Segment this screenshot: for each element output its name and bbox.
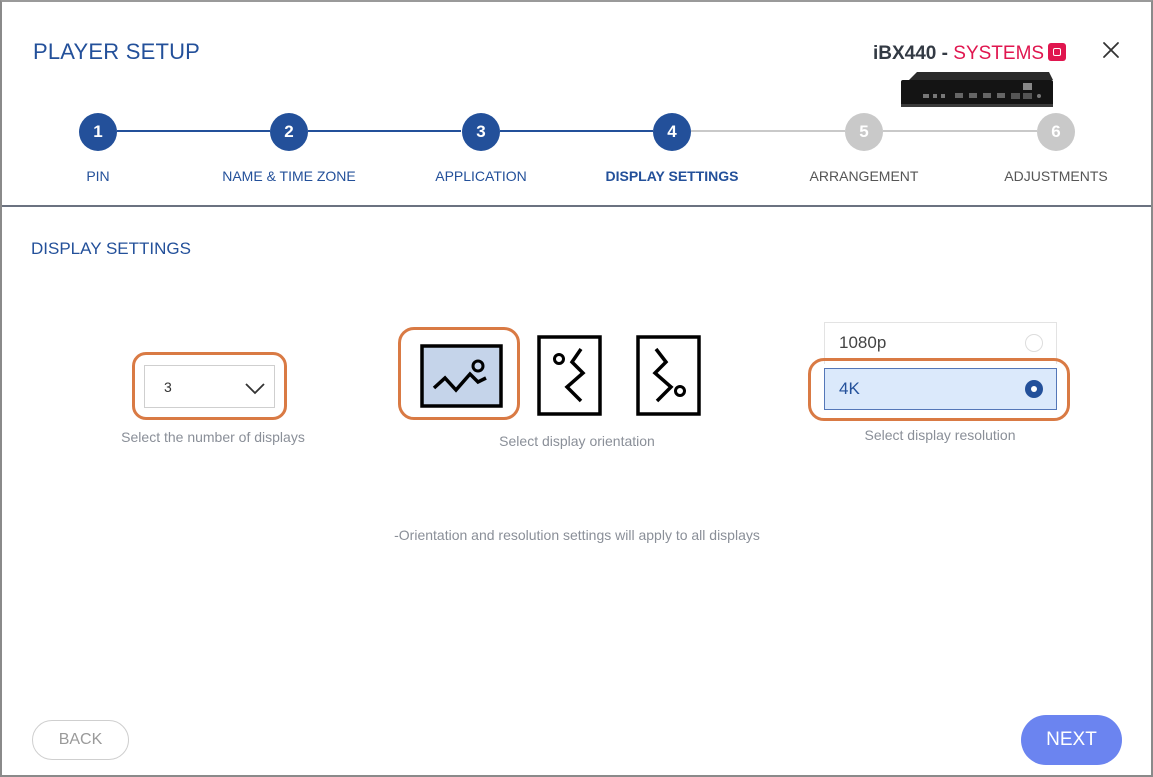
step-3-label: APPLICATION — [435, 168, 527, 184]
displays-select-value: 3 — [164, 379, 172, 395]
player-device-image — [901, 72, 1053, 107]
dialog-header: PLAYER SETUP iBX440 - SYSTEMS — [2, 2, 1151, 207]
step-connector — [308, 130, 461, 132]
step-3-circle[interactable]: 3 — [462, 113, 500, 151]
step-5-circle: 5 — [845, 113, 883, 151]
brand-logo: iBX440 - SYSTEMS — [873, 43, 1067, 65]
step-2-circle[interactable]: 2 — [270, 113, 308, 151]
close-icon[interactable] — [1099, 38, 1123, 62]
displays-select[interactable]: 3 — [144, 365, 275, 408]
step-4-circle[interactable]: 4 — [653, 113, 691, 151]
brand-mark-icon — [1048, 43, 1067, 61]
step-5-label: ARRANGEMENT — [809, 168, 919, 184]
brand-separator: - — [936, 43, 954, 64]
step-connector — [883, 130, 1037, 132]
resolution-option-label: 1080p — [839, 333, 887, 352]
portrait-right-orientation-icon[interactable] — [636, 335, 701, 416]
resolution-caption: Select display resolution — [864, 427, 1016, 443]
step-2-label: NAME & TIME ZONE — [222, 168, 356, 184]
step-connector — [500, 130, 653, 132]
next-button[interactable]: NEXT — [1021, 715, 1122, 765]
settings-note: -Orientation and resolution settings wil… — [394, 527, 760, 543]
radio-unselected[interactable] — [1025, 334, 1043, 352]
brand-name: SYSTEMS — [953, 43, 1045, 64]
step-4-label: DISPLAY SETTINGS — [605, 168, 739, 184]
page-title: PLAYER SETUP — [33, 39, 201, 64]
resolution-highlight — [808, 358, 1070, 421]
step-6-label: ADJUSTMENTS — [1004, 168, 1108, 184]
portrait-left-orientation-icon[interactable] — [537, 335, 602, 416]
displays-caption: Select the number of displays — [121, 429, 305, 445]
landscape-orientation-icon[interactable] — [420, 344, 503, 408]
brand-model: iBX440 — [873, 43, 937, 64]
step-connector — [691, 130, 845, 132]
chevron-down-icon — [245, 383, 265, 395]
step-6-circle: 6 — [1037, 113, 1075, 151]
step-1-label: PIN — [86, 168, 110, 184]
step-1-circle[interactable]: 1 — [79, 113, 117, 151]
step-connector — [117, 130, 270, 132]
back-button[interactable]: BACK — [32, 720, 129, 760]
section-title: DISPLAY SETTINGS — [31, 239, 191, 258]
orientation-caption: Select display orientation — [499, 433, 655, 449]
